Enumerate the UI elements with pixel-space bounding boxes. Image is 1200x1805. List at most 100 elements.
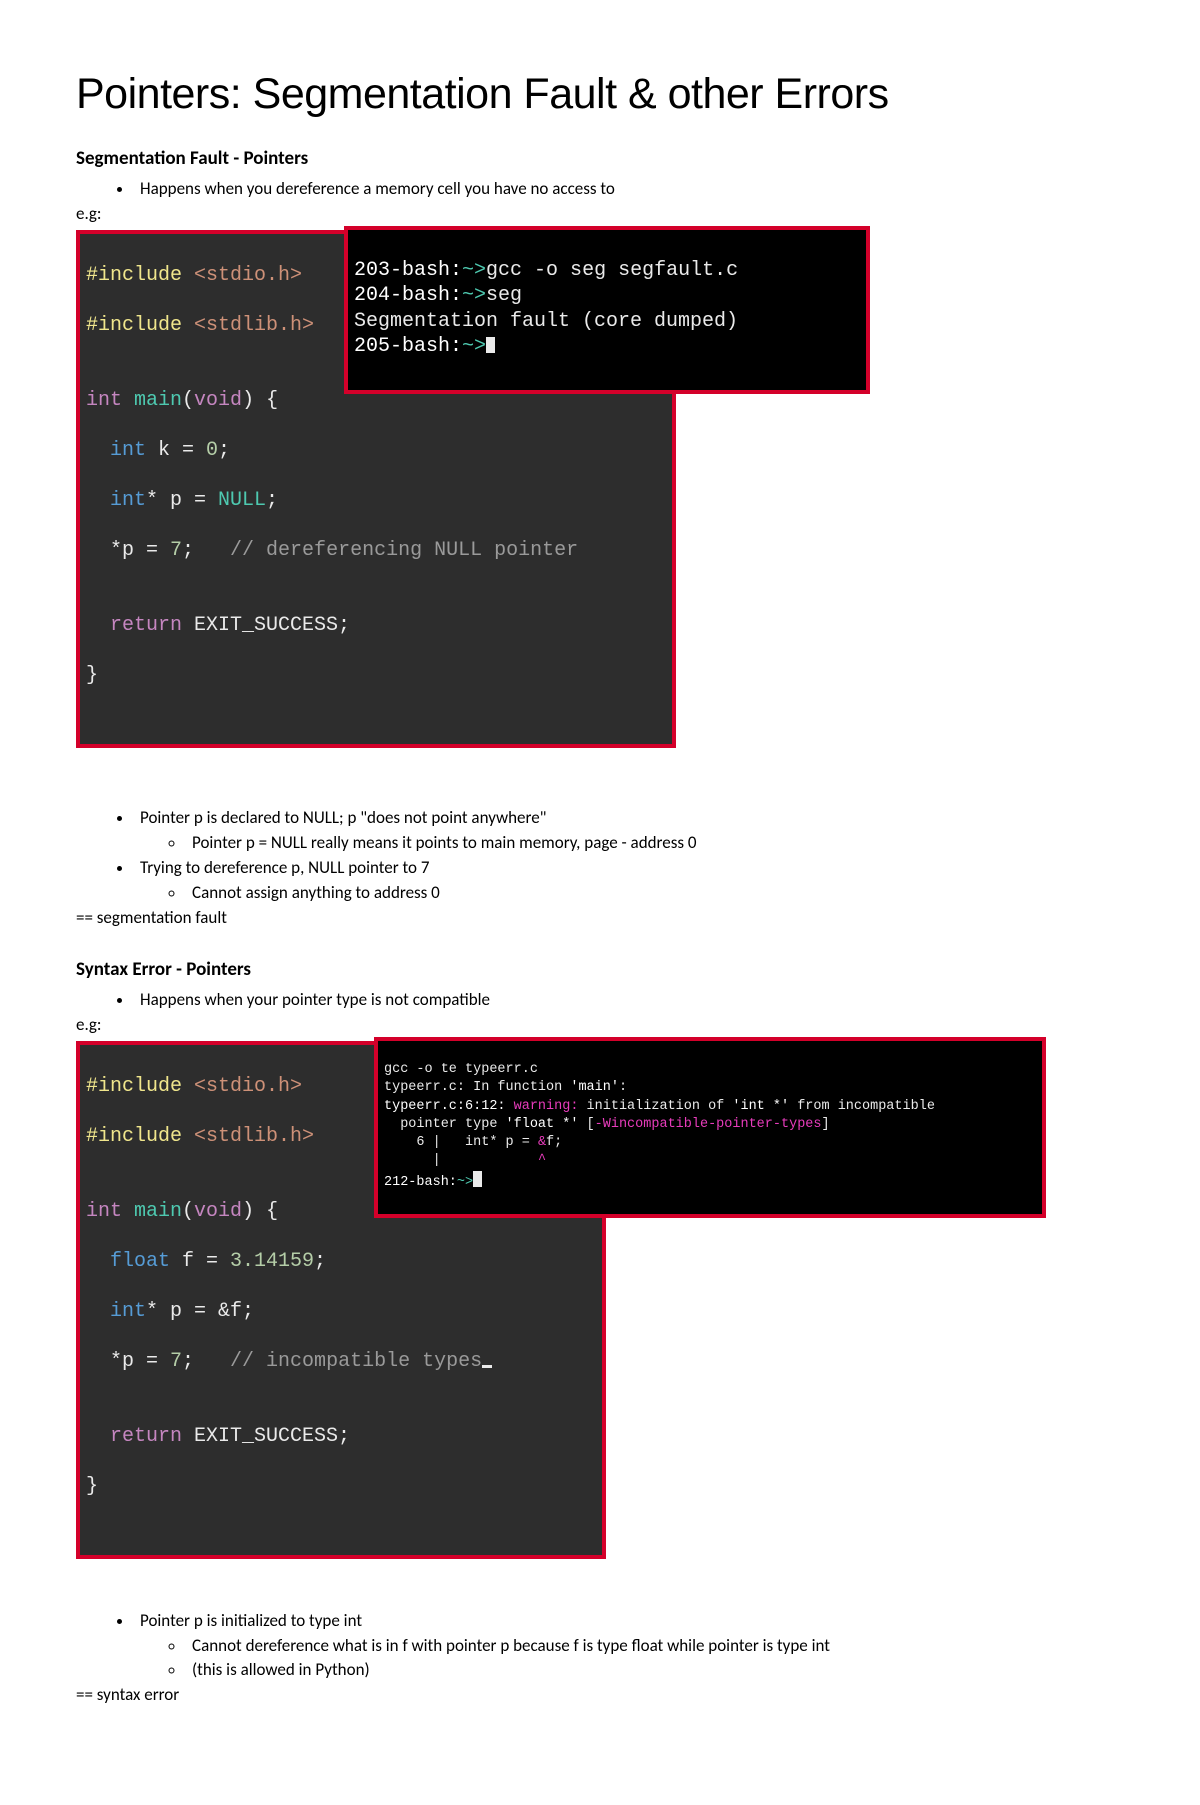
- code-token: *p =: [86, 1350, 170, 1373]
- cursor-icon: [473, 1171, 482, 1187]
- code-token: <stdlib.h>: [182, 314, 314, 337]
- term-token: ~>: [462, 284, 486, 307]
- term-token: 203-bash:: [354, 259, 462, 282]
- term-token: :: [619, 1080, 627, 1095]
- code-token: main: [122, 389, 182, 412]
- code-token: 7: [170, 539, 182, 562]
- term-token: gcc -o te typeerr.c: [384, 1062, 538, 1077]
- code-token: ;: [218, 439, 230, 462]
- terminal-output: 203-bash:~>gcc -o seg segfault.c 204-bas…: [344, 226, 870, 394]
- code-token: ;: [182, 539, 230, 562]
- code-token: #include: [86, 1075, 182, 1098]
- code-token: 7: [170, 1350, 182, 1373]
- term-token: &: [538, 1135, 546, 1150]
- term-token: |: [384, 1153, 538, 1168]
- term-token: warning:: [514, 1099, 587, 1114]
- result-line: == segmentation fault: [76, 907, 1124, 928]
- code-token: // incompatible types: [230, 1350, 482, 1373]
- code-token: 0: [206, 439, 218, 462]
- term-token: 6 | int* p =: [384, 1135, 538, 1150]
- code-token: // dereferencing NULL pointer: [230, 539, 578, 562]
- list-item: Pointer p is initialized to type int: [134, 1610, 1124, 1631]
- code-token: f =: [170, 1250, 230, 1273]
- code-token: <stdio.h>: [182, 1075, 302, 1098]
- term-token: from incompatible: [789, 1099, 935, 1114]
- list-item: Happens when you dereference a memory ce…: [134, 178, 1124, 199]
- term-token: ~>: [457, 1175, 473, 1190]
- code-token: main: [122, 1200, 182, 1223]
- term-token: initialization of: [587, 1099, 733, 1114]
- result-line: == syntax error: [76, 1684, 1124, 1705]
- list: Pointer p is declared to NULL; p "does n…: [76, 807, 1124, 828]
- code-token: ) {: [242, 389, 278, 412]
- term-token: typeerr.c:6:12:: [384, 1099, 514, 1114]
- term-token: 'float *': [506, 1117, 579, 1132]
- code-token: void: [194, 389, 242, 412]
- list-item: Pointer p is declared to NULL; p "does n…: [134, 807, 1124, 828]
- code-example-segfault: #include <stdio.h> #include <stdlib.h> i…: [76, 230, 676, 748]
- term-token: pointer type: [384, 1117, 506, 1132]
- list-item: Cannot dereference what is in f with poi…: [186, 1635, 1124, 1656]
- code-token: ) {: [242, 1200, 278, 1223]
- sublist: Cannot assign anything to address 0: [76, 882, 1124, 903]
- page-title: Pointers: Segmentation Fault & other Err…: [76, 70, 1124, 119]
- term-token: 205-bash:: [354, 335, 462, 358]
- list-item: (this is allowed in Python): [186, 1659, 1124, 1680]
- list: Pointer p is initialized to type int: [76, 1610, 1124, 1631]
- list-item: Trying to dereference p, NULL pointer to…: [134, 857, 1124, 878]
- term-token: 'int *': [732, 1099, 789, 1114]
- term-token: 204-bash:: [354, 284, 462, 307]
- term-token: f;: [546, 1135, 562, 1150]
- code-token: (: [182, 1200, 194, 1223]
- code-token: int: [86, 1200, 122, 1223]
- code-token: <stdlib.h>: [182, 1125, 314, 1148]
- code-token: 3.14159: [230, 1250, 314, 1273]
- code-token: <stdio.h>: [182, 264, 302, 287]
- term-token: ~>: [462, 335, 486, 358]
- code-token: return: [86, 1425, 182, 1448]
- code-token: EXIT_SUCCESS;: [182, 614, 350, 637]
- code-token: * p =: [146, 489, 218, 512]
- code-token: #include: [86, 314, 182, 337]
- list-item: Pointer p = NULL really means it points …: [186, 832, 1124, 853]
- code-token: #include: [86, 264, 182, 287]
- sublist: Pointer p = NULL really means it points …: [76, 832, 1124, 853]
- code-token: * p = &f;: [146, 1300, 254, 1323]
- code-token: void: [194, 1200, 242, 1223]
- terminal-output: gcc -o te typeerr.c typeerr.c: In functi…: [374, 1037, 1046, 1218]
- label-eg: e.g:: [76, 203, 1124, 224]
- sublist: Cannot dereference what is in f with poi…: [76, 1635, 1124, 1680]
- term-token: Segmentation fault (core dumped): [354, 310, 738, 333]
- term-token: 'main': [570, 1080, 619, 1095]
- term-token: typeerr.c: In function: [384, 1080, 570, 1095]
- term-token: [: [578, 1117, 594, 1132]
- term-token: ]: [822, 1117, 830, 1132]
- code-token: (: [182, 389, 194, 412]
- code-token: }: [86, 1474, 596, 1499]
- code-token: }: [86, 663, 666, 688]
- code-token: int: [86, 389, 122, 412]
- code-token: int: [86, 1300, 146, 1323]
- code-token: ;: [182, 1350, 230, 1373]
- label-eg: e.g:: [76, 1014, 1124, 1035]
- cursor-icon: [482, 1365, 492, 1368]
- code-token: return: [86, 614, 182, 637]
- code-token: EXIT_SUCCESS;: [182, 1425, 350, 1448]
- term-token: gcc -o seg segfault.c: [486, 259, 738, 282]
- term-token: 212-bash:: [384, 1175, 457, 1190]
- section-heading-segfault: Segmentation Fault - Pointers: [76, 147, 1124, 170]
- code-token: k =: [146, 439, 206, 462]
- code-token: int: [86, 489, 146, 512]
- code-token: int: [86, 439, 146, 462]
- section-heading-syntax: Syntax Error - Pointers: [76, 958, 1124, 981]
- cursor-icon: [486, 337, 495, 353]
- term-token: ^: [538, 1153, 546, 1168]
- code-example-syntax: #include <stdio.h> #include <stdlib.h> i…: [76, 1041, 676, 1559]
- code-token: *p =: [86, 539, 170, 562]
- list: Happens when your pointer type is not co…: [76, 989, 1124, 1010]
- list-item: Cannot assign anything to address 0: [186, 882, 1124, 903]
- code-token: ;: [314, 1250, 326, 1273]
- list: Trying to dereference p, NULL pointer to…: [76, 857, 1124, 878]
- term-token: seg: [486, 284, 522, 307]
- code-token: #include: [86, 1125, 182, 1148]
